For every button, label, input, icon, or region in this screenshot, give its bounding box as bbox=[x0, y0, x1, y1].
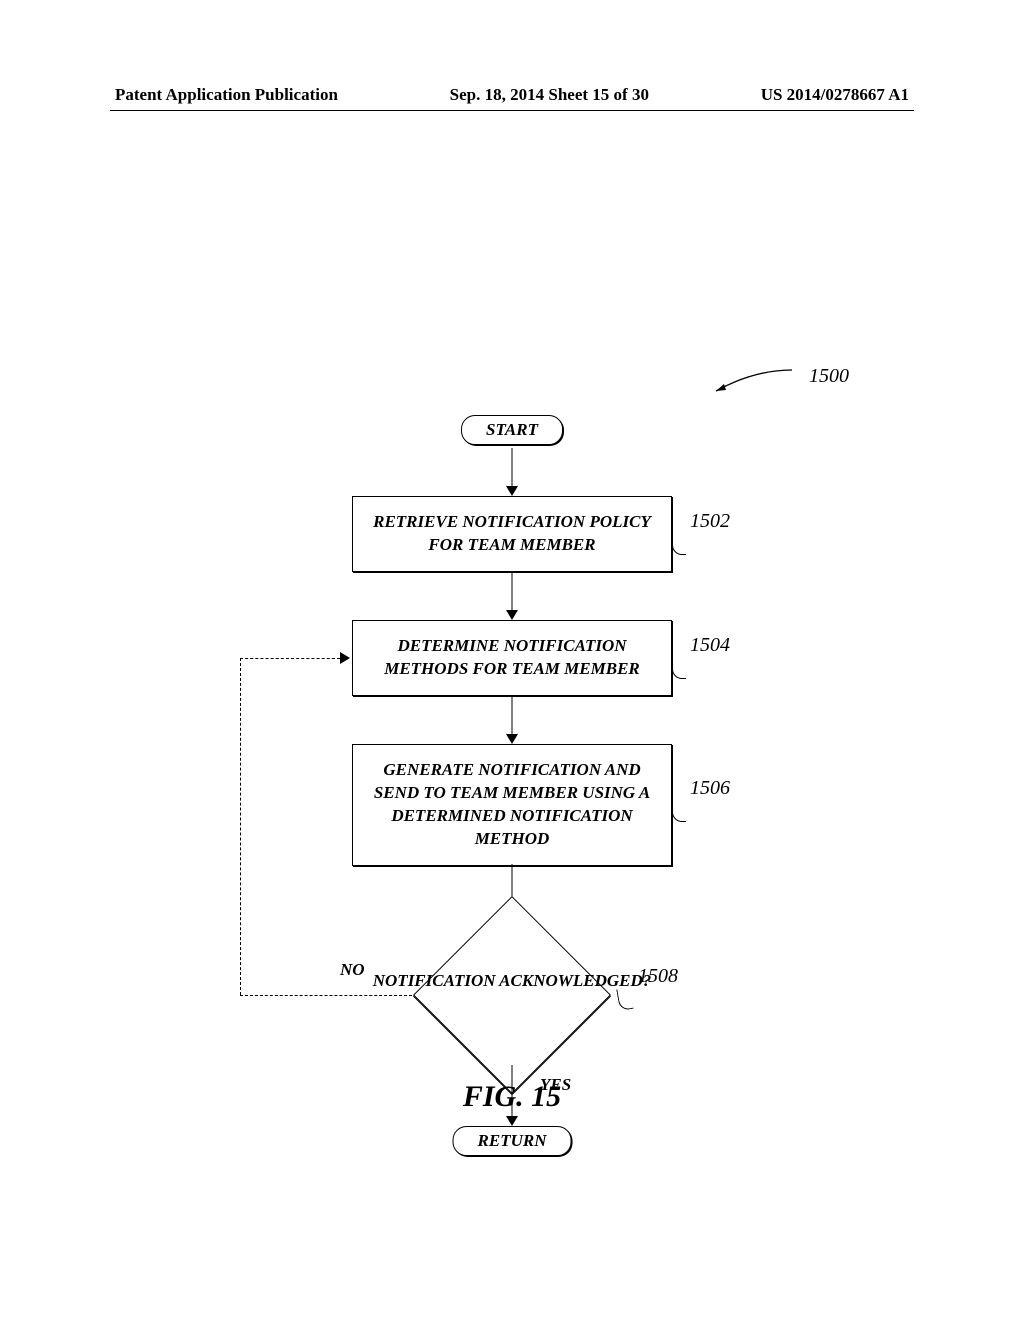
process-1502: RETRIEVE NOTIFICATION POLICY FOR TEAM ME… bbox=[352, 496, 672, 572]
process-1504: DETERMINE NOTIFICATION METHODS FOR TEAM … bbox=[352, 620, 672, 696]
header-rule bbox=[110, 110, 914, 111]
ref-hook bbox=[672, 533, 686, 555]
figure-label: FIG. 15 bbox=[463, 1080, 561, 1114]
return-terminator: RETURN bbox=[453, 1126, 572, 1156]
feedback-line bbox=[240, 658, 340, 659]
ref-1500-leader bbox=[714, 368, 794, 393]
ref-1504: 1504 bbox=[690, 634, 730, 657]
header-right: US 2014/0278667 A1 bbox=[761, 85, 909, 105]
arrowhead-icon bbox=[340, 652, 350, 664]
arrowhead-icon bbox=[506, 734, 518, 744]
decision-no-label: NO bbox=[340, 960, 365, 980]
arrowhead-icon bbox=[506, 610, 518, 620]
ref-1502: 1502 bbox=[690, 510, 730, 533]
header-left: Patent Application Publication bbox=[115, 85, 338, 105]
connector bbox=[512, 448, 513, 490]
ref-hook bbox=[672, 657, 686, 679]
connector bbox=[512, 696, 513, 738]
start-terminator: START bbox=[461, 415, 563, 445]
ref-1500: 1500 bbox=[809, 365, 849, 388]
connector bbox=[512, 572, 513, 614]
arrowhead-icon bbox=[506, 1116, 518, 1126]
feedback-line bbox=[240, 995, 412, 996]
header-center: Sep. 18, 2014 Sheet 15 of 30 bbox=[450, 85, 649, 105]
ref-1506: 1506 bbox=[690, 777, 730, 800]
patent-header: Patent Application Publication Sep. 18, … bbox=[0, 85, 1024, 105]
feedback-line bbox=[240, 658, 241, 995]
ref-hook bbox=[672, 800, 686, 822]
process-1506: GENERATE NOTIFICATION AND SEND TO TEAM M… bbox=[352, 744, 672, 866]
decision-1508-text: NOTIFICATION ACKNOWLEDGED? bbox=[373, 970, 652, 992]
arrowhead-icon bbox=[506, 486, 518, 496]
